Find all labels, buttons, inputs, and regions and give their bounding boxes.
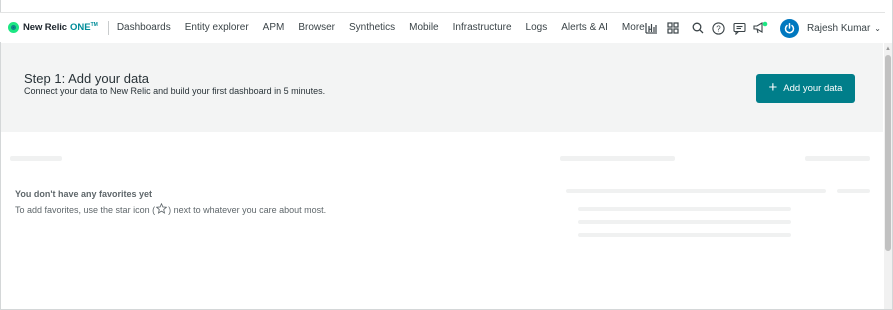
nav-item-infrastructure[interactable]: Infrastructure	[453, 22, 512, 33]
loading-skeleton	[578, 207, 791, 211]
star-icon	[155, 202, 168, 216]
banner-subtitle: Connect your data to New Relic and build…	[24, 86, 326, 96]
nav-item-mobile[interactable]: Mobile	[409, 22, 438, 33]
nav-item-synthetics[interactable]: Synthetics	[349, 22, 395, 33]
add-your-data-label: Add your data	[783, 83, 843, 94]
loading-skeleton	[805, 156, 870, 161]
whats-new-icon[interactable]	[752, 19, 770, 37]
scrollbar-thumb[interactable]	[885, 55, 891, 251]
brand-one: ONETM	[69, 22, 98, 33]
search-icon[interactable]	[689, 19, 707, 37]
user-avatar-icon[interactable]	[779, 18, 799, 38]
plus-icon: +	[768, 79, 778, 96]
nav-actions: ? Rajesh Kumar ⌄	[640, 13, 885, 43]
feedback-icon[interactable]	[731, 19, 749, 37]
user-name: Rajesh Kumar	[806, 22, 871, 34]
loading-skeleton	[578, 233, 791, 237]
svg-text:?: ?	[717, 24, 722, 33]
loading-skeleton	[578, 220, 791, 224]
nav-divider	[107, 20, 109, 35]
favorites-desc-text-end: ) next to whatever you care about most.	[168, 204, 327, 215]
apps-grid-icon[interactable]	[664, 19, 682, 37]
loading-skeleton	[566, 189, 826, 193]
favorites-desc-text: To add favorites, use the star icon (	[15, 204, 156, 215]
loading-skeleton	[560, 156, 675, 161]
loading-skeleton	[10, 156, 62, 161]
nav-item-entity-explorer[interactable]: Entity explorer	[185, 22, 249, 33]
new-relic-logo-icon	[8, 22, 19, 33]
add-your-data-button[interactable]: + Add your data	[756, 74, 855, 103]
chart-bars-icon[interactable]	[643, 19, 661, 37]
favorites-empty-title: You don't have any favorites yet	[15, 189, 153, 199]
top-nav: New Relic ONETM Dashboards Entity explor…	[0, 12, 885, 42]
nav-item-browser[interactable]: Browser	[298, 22, 335, 33]
brand-name: New Relic	[23, 22, 67, 33]
vertical-scrollbar[interactable]: ▲	[884, 43, 892, 309]
scroll-up-arrow-icon[interactable]: ▲	[885, 46, 891, 52]
nav-item-alerts-ai[interactable]: Alerts & AI	[561, 22, 608, 33]
chevron-down-icon: ⌄	[874, 23, 881, 33]
add-data-banner: Step 1: Add your data Connect your data …	[1, 43, 883, 132]
loading-skeleton	[837, 189, 870, 193]
user-menu[interactable]: Rajesh Kumar ⌄	[807, 23, 881, 34]
nav-item-apm[interactable]: APM	[263, 22, 285, 33]
nav-item-dashboards[interactable]: Dashboards	[117, 22, 171, 33]
help-icon[interactable]: ?	[710, 19, 728, 37]
nav-item-logs[interactable]: Logs	[526, 22, 548, 33]
favorites-empty-description: To add favorites, use the star icon ( ) …	[15, 202, 327, 216]
new-relic-logo[interactable]: New Relic ONETM	[8, 13, 98, 43]
banner-title: Step 1: Add your data	[24, 71, 150, 86]
